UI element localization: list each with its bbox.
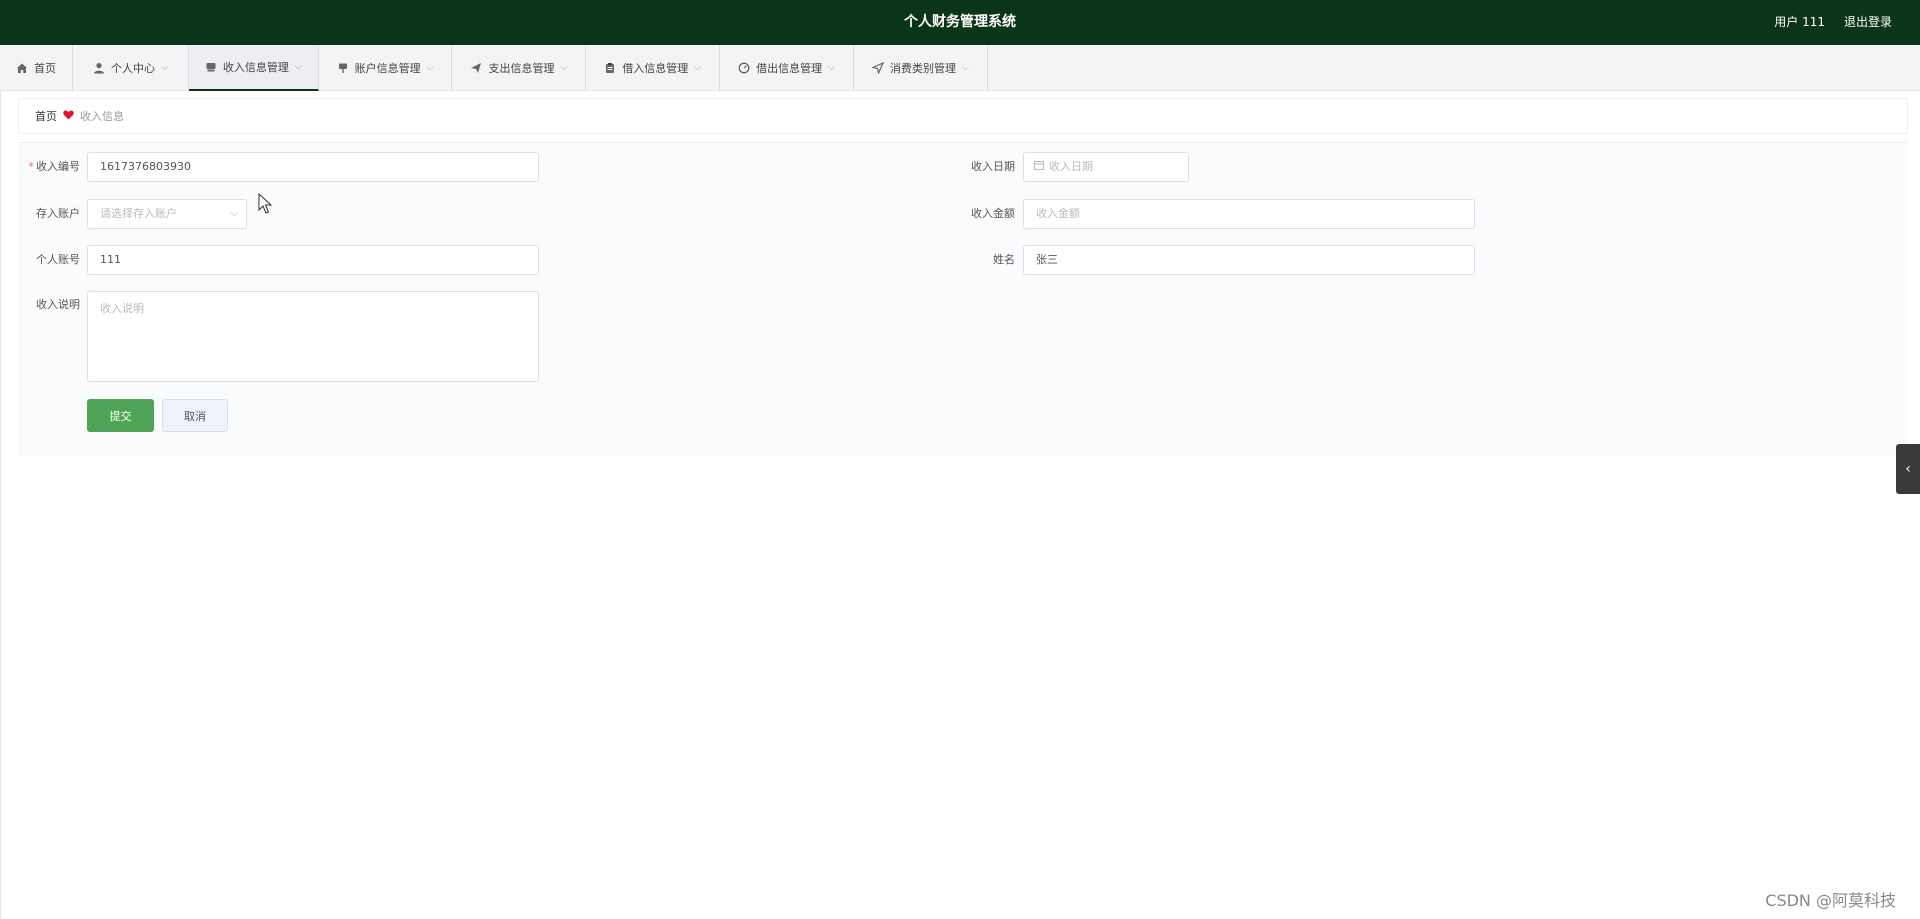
app-title: 个人财务管理系统	[904, 14, 1016, 30]
nav-label: 支出信息管理	[488, 62, 555, 75]
home-icon	[16, 62, 28, 74]
send-icon	[470, 62, 482, 74]
name-label: 姓名	[993, 253, 1015, 266]
nav-item-home[interactable]: 首页	[0, 45, 73, 91]
nav-item-expense-management[interactable]: 支出信息管理 ⌵	[452, 45, 587, 91]
nav-label: 个人中心	[111, 62, 155, 75]
flag-icon	[337, 62, 349, 74]
nav-item-borrow-in-management[interactable]: 借入信息管理 ⌵	[586, 45, 721, 91]
top-header: 个人财务管理系统 用户 111 退出登录	[0, 0, 1920, 45]
chevron-down-icon: ⌵	[560, 63, 568, 73]
main-nav: 首页 个人中心 ⌵ 收入信息管理 ⌵ 账户信息管理 ⌵ 支出信息管理 ⌵ 借入信…	[0, 45, 1920, 91]
nav-item-lend-out-management[interactable]: 借出信息管理 ⌵	[720, 45, 854, 91]
mouse-cursor-icon	[258, 192, 273, 219]
submit-button[interactable]: 提交	[87, 399, 154, 432]
income-no-input[interactable]: 1617376803930	[87, 152, 539, 182]
chevron-down-icon: ⌵	[161, 63, 168, 73]
account-label: 存入账户	[36, 207, 80, 220]
breadcrumb-home[interactable]: 首页	[35, 108, 57, 124]
clipboard-icon	[604, 62, 616, 74]
gauge-icon	[738, 62, 750, 74]
nav-label: 借出信息管理	[756, 62, 823, 75]
chevron-down-icon: ⌵	[230, 208, 238, 219]
account-placeholder: 请选择存入账户	[100, 207, 177, 220]
nav-label: 首页	[34, 62, 56, 75]
breadcrumb: 首页 收入信息	[18, 98, 1908, 134]
chevron-left-icon: ‹	[1905, 461, 1911, 477]
chevron-down-icon: ⌵	[961, 63, 969, 73]
current-user: 用户 111	[1774, 15, 1825, 29]
nav-item-category-management[interactable]: 消费类别管理 ⌵	[854, 45, 988, 91]
side-panel-toggle[interactable]: ‹	[1896, 444, 1920, 494]
amount-input[interactable]: 收入金额	[1023, 199, 1475, 229]
income-date-picker[interactable]: 收入日期	[1023, 152, 1189, 182]
folder-icon	[205, 61, 217, 73]
income-date-label: 收入日期	[971, 160, 1015, 173]
personal-account-label: 个人账号	[36, 253, 80, 266]
nav-label: 账户信息管理	[354, 62, 421, 75]
nav-label: 消费类别管理	[889, 62, 956, 75]
chevron-down-icon: ⌵	[294, 62, 302, 72]
amount-label: 收入金额	[971, 207, 1015, 220]
description-textarea[interactable]: 收入说明	[87, 291, 539, 382]
personal-account-input[interactable]: 111	[87, 245, 539, 275]
nav-item-account-management[interactable]: 账户信息管理 ⌵	[319, 45, 453, 91]
heart-icon	[63, 110, 74, 123]
nav-label: 借入信息管理	[622, 62, 689, 75]
cancel-button[interactable]: 取消	[162, 399, 228, 432]
user-icon	[93, 62, 105, 74]
nav-label: 收入信息管理	[222, 61, 289, 74]
watermark: CSDN @阿莫科技	[1765, 891, 1896, 910]
name-input[interactable]: 张三	[1023, 245, 1475, 275]
nav-item-personal-center[interactable]: 个人中心 ⌵	[73, 45, 189, 91]
account-select[interactable]: 请选择存入账户 ⌵	[87, 199, 247, 229]
breadcrumb-current: 收入信息	[80, 110, 124, 123]
nav-item-income-management[interactable]: 收入信息管理 ⌵	[188, 45, 319, 91]
chevron-down-icon: ⌵	[828, 63, 835, 73]
income-date-placeholder: 收入日期	[1049, 160, 1093, 173]
required-mark: *	[28, 160, 35, 173]
logout-link[interactable]: 退出登录	[1844, 0, 1892, 45]
navigation-icon	[871, 61, 885, 75]
income-no-label: * 收入编号	[28, 160, 81, 173]
description-label: 收入说明	[36, 298, 80, 311]
calendar-icon	[1034, 153, 1044, 181]
chevron-down-icon: ⌵	[426, 63, 434, 73]
chevron-down-icon: ⌵	[694, 63, 702, 73]
left-border	[0, 91, 1, 919]
